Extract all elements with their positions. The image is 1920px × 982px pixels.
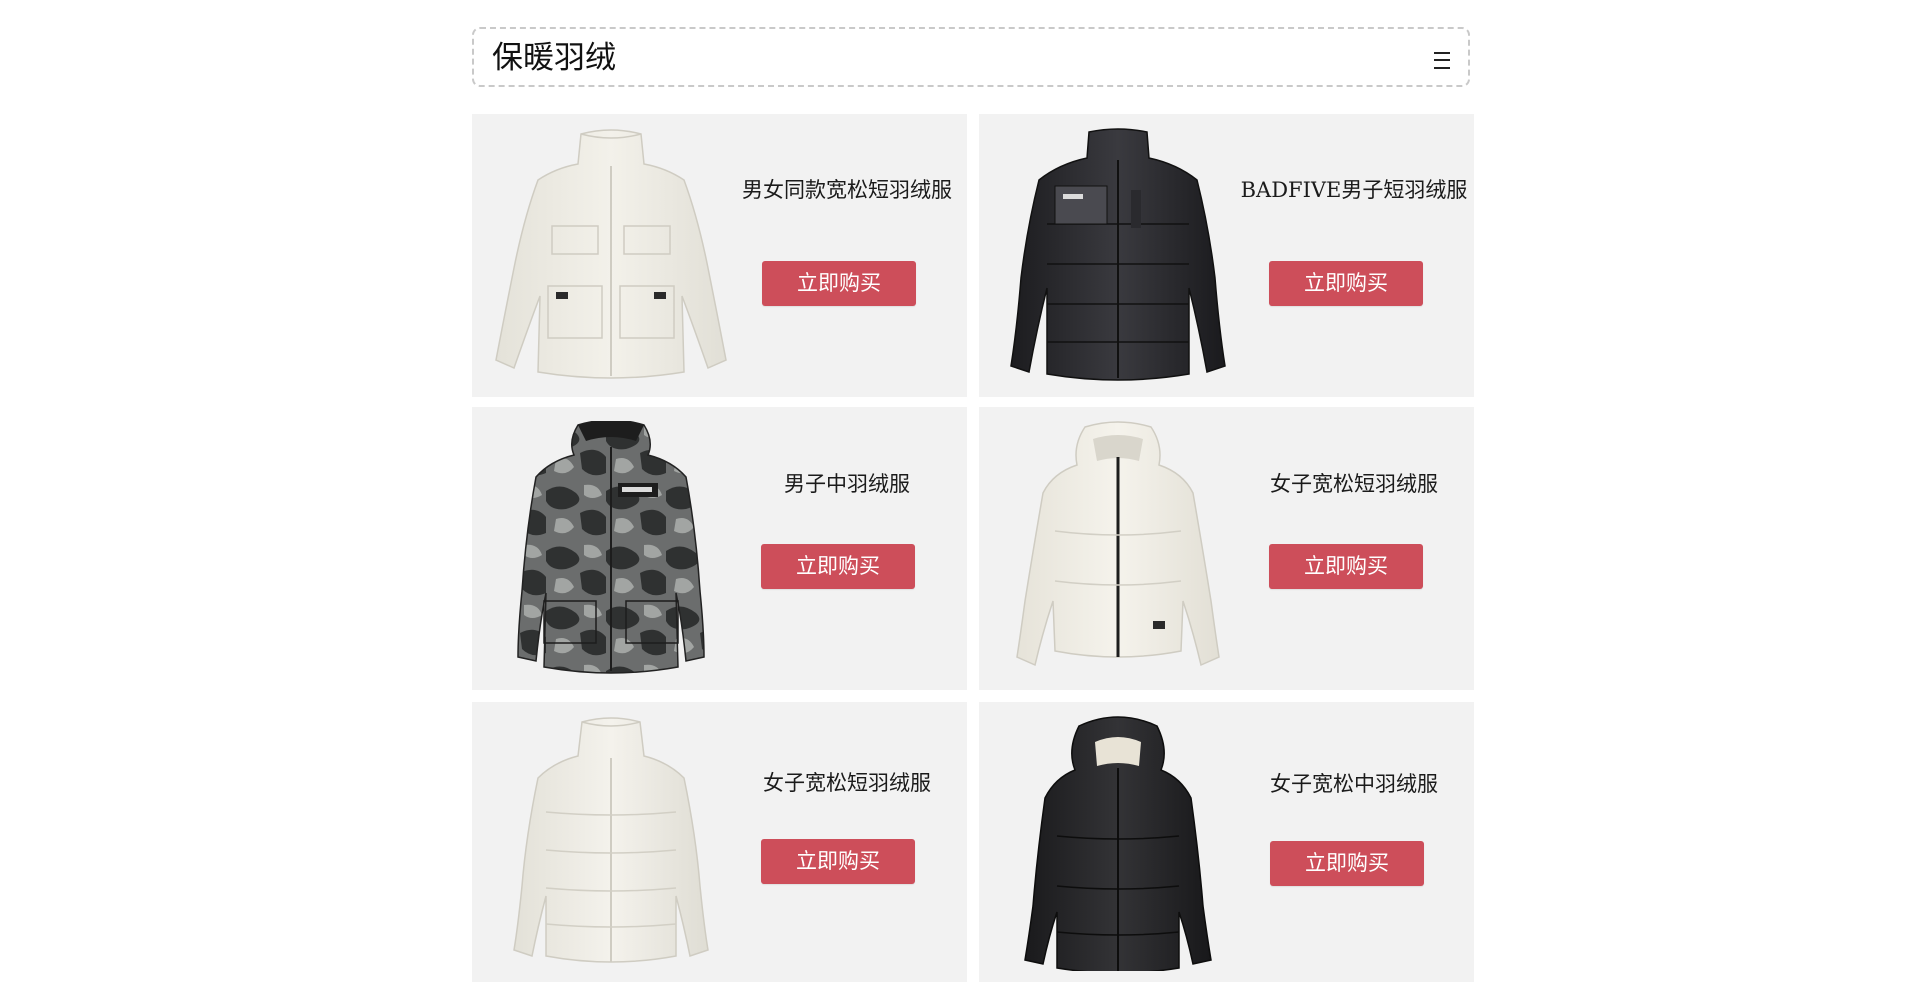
section-title: 保暖羽绒 bbox=[492, 40, 616, 76]
buy-now-button[interactable]: 立即购买 bbox=[761, 544, 915, 589]
product-name: 女子宽松短羽绒服 bbox=[763, 771, 931, 795]
product-card[interactable]: 女子宽松短羽绒服 立即购买 bbox=[979, 407, 1474, 690]
product-image-camouflage-hooded-parka[interactable] bbox=[486, 421, 736, 676]
buy-now-button[interactable]: 立即购买 bbox=[1269, 261, 1423, 306]
product-image-cream-high-collar-puffer[interactable] bbox=[486, 716, 736, 971]
product-card[interactable]: 男子中羽绒服 立即购买 bbox=[472, 407, 967, 690]
buy-now-button[interactable]: 立即购买 bbox=[1270, 841, 1424, 886]
section-header: 保暖羽绒 bbox=[472, 27, 1470, 87]
product-card[interactable]: BADFIVE男子短羽绒服 立即购买 bbox=[979, 114, 1474, 397]
product-name: 男女同款宽松短羽绒服 bbox=[742, 178, 952, 202]
product-card[interactable]: 男女同款宽松短羽绒服 立即购买 bbox=[472, 114, 967, 397]
buy-now-button[interactable]: 立即购买 bbox=[1269, 544, 1423, 589]
hamburger-menu-icon[interactable] bbox=[1434, 52, 1450, 69]
product-image-cream-hooded-zip-puffer[interactable] bbox=[993, 421, 1243, 676]
product-name: BADFIVE男子短羽绒服 bbox=[1240, 178, 1468, 202]
buy-now-button[interactable]: 立即购买 bbox=[761, 839, 915, 884]
buy-now-button[interactable]: 立即购买 bbox=[762, 261, 916, 306]
product-name: 女子宽松中羽绒服 bbox=[1270, 772, 1438, 796]
product-image-cream-short-down-jacket[interactable] bbox=[486, 128, 736, 383]
product-card[interactable]: 女子宽松短羽绒服 立即购买 bbox=[472, 702, 967, 982]
product-image-black-puffer-jacket[interactable] bbox=[993, 128, 1243, 383]
product-page: 保暖羽绒 男女同款宽松短羽绒服 立即购买 BADFIVE男子短羽绒服 立即购买 … bbox=[0, 0, 1920, 982]
product-card[interactable]: 女子宽松中羽绒服 立即购买 bbox=[979, 702, 1474, 982]
product-name: 女子宽松短羽绒服 bbox=[1270, 472, 1438, 496]
product-image-black-hooded-mid-length-puffer[interactable] bbox=[993, 716, 1243, 971]
product-name: 男子中羽绒服 bbox=[784, 472, 910, 496]
